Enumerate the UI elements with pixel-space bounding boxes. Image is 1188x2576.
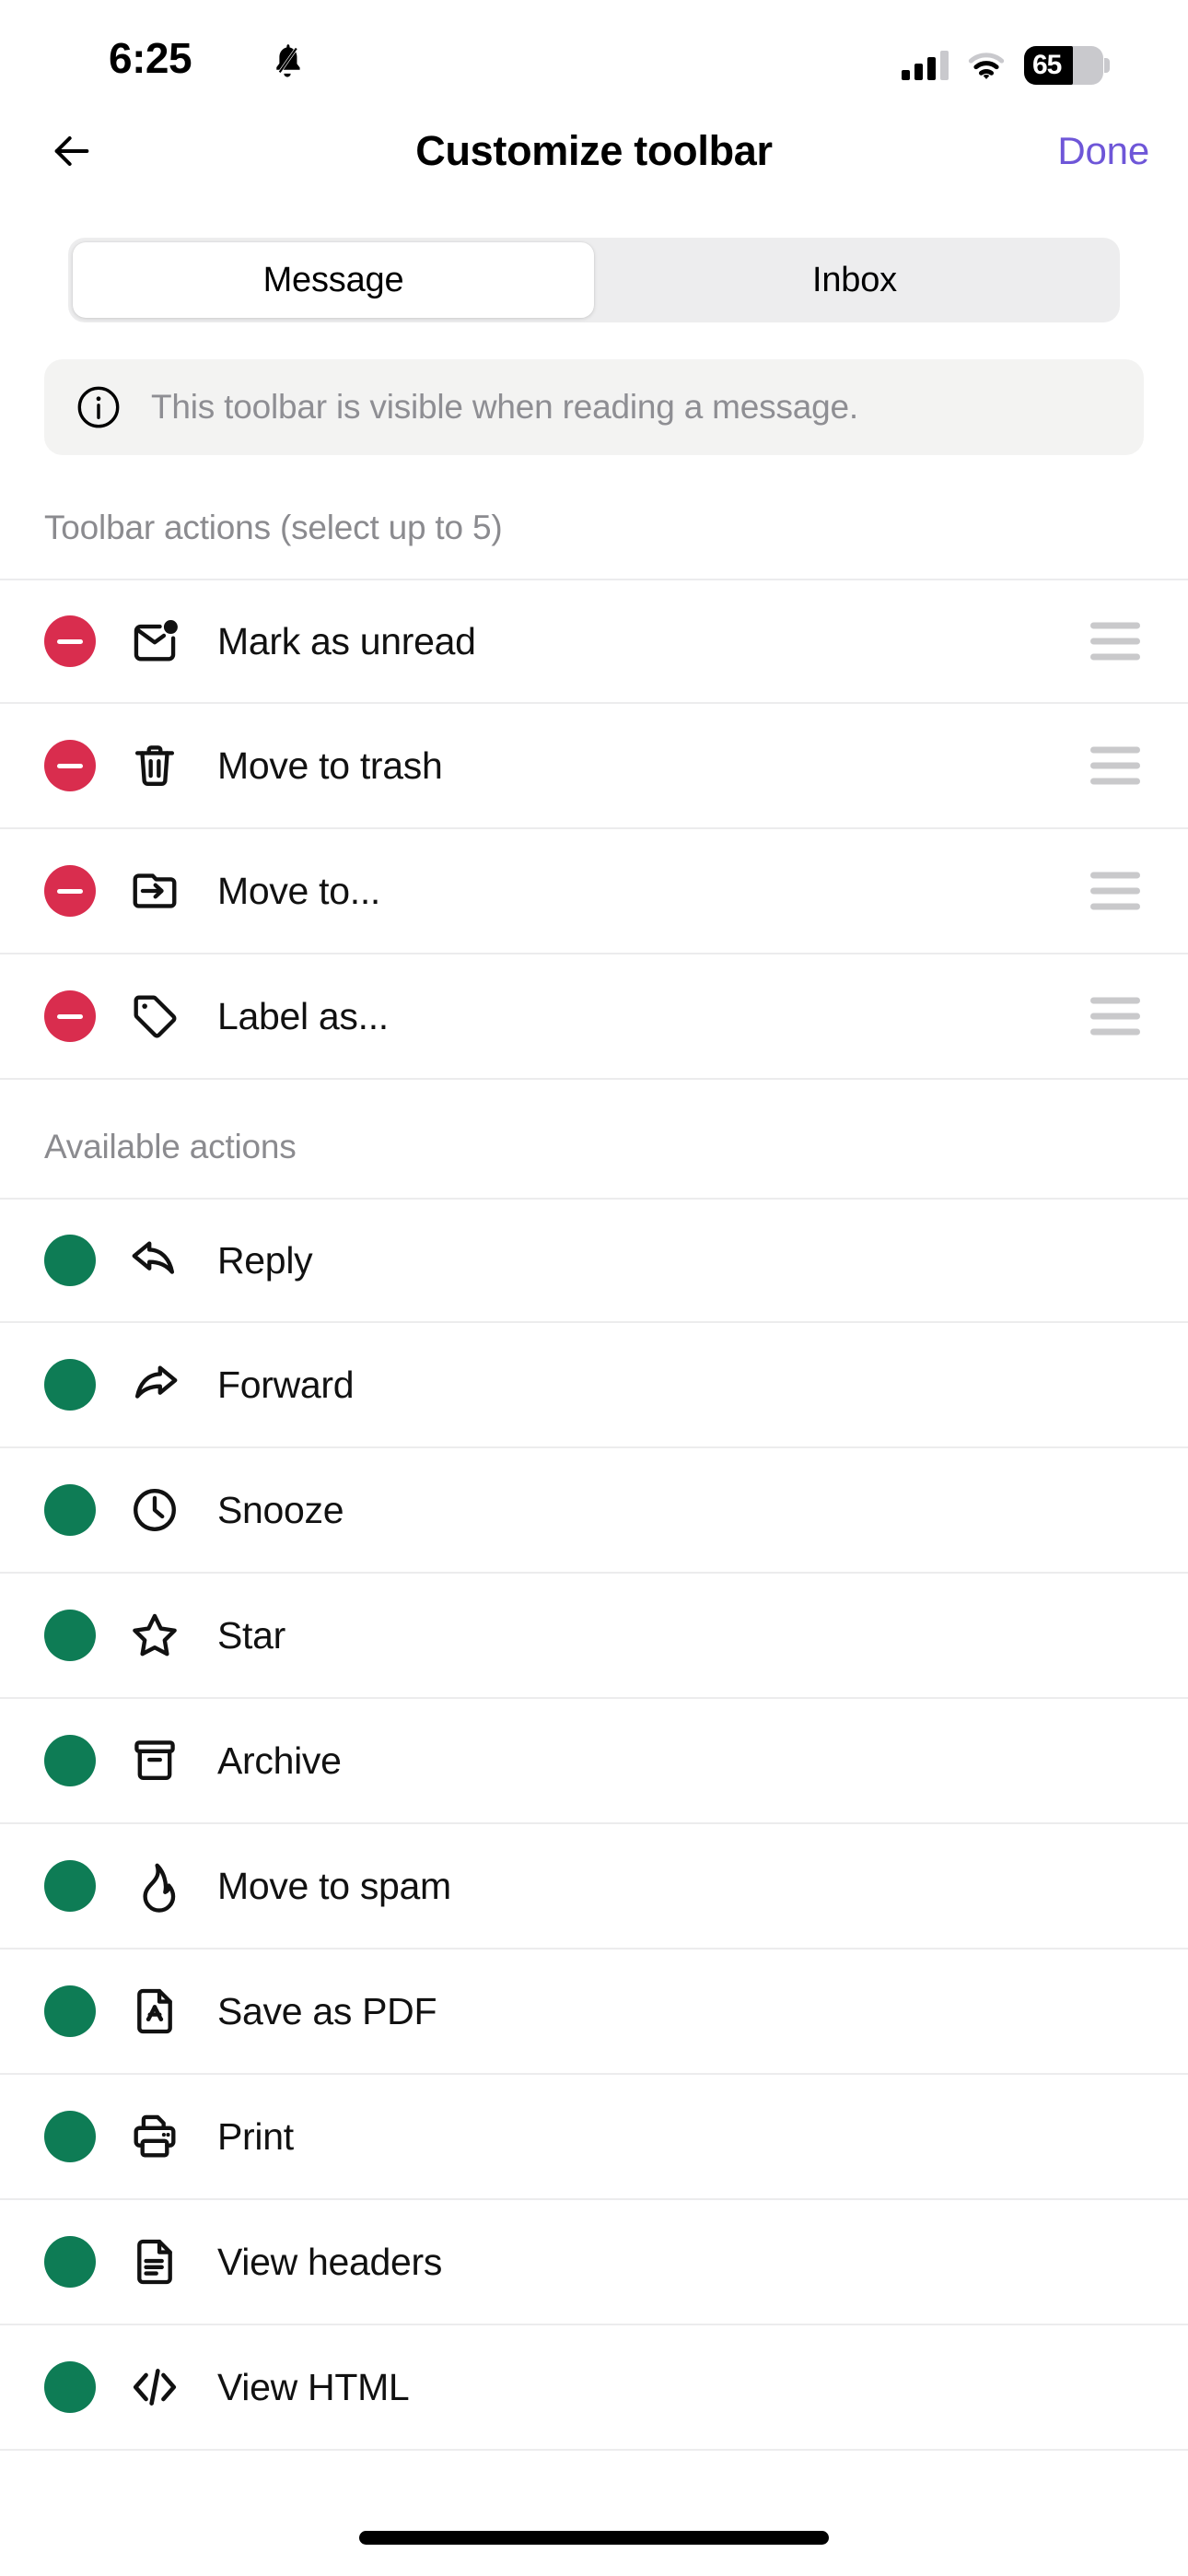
row-label: Reply [217,1238,313,1282]
forward-arrow-icon [125,1358,184,1411]
table-row[interactable]: Move to... [0,829,1188,954]
add-action-button[interactable] [44,1735,96,1786]
table-row[interactable]: Move to trash [0,704,1188,829]
add-action-button[interactable] [44,1484,96,1536]
list-item[interactable]: Reply [0,1198,1188,1323]
info-circle-icon [74,382,123,432]
row-label: Snooze [217,1488,344,1531]
row-label: Move to trash [217,744,443,787]
available-actions-list: Reply Forward Snooze Star Archive Move t… [0,1198,1188,2451]
add-action-button[interactable] [44,1359,96,1411]
row-label: View headers [217,2240,443,2283]
phone-screen: 6:25 65 Customize toolbar Done Message I… [0,0,1188,2576]
add-action-button[interactable] [44,1860,96,1912]
row-label: Forward [217,1363,355,1406]
row-label: Move to... [217,869,381,912]
drag-handle-icon[interactable] [1090,746,1140,785]
list-item[interactable]: View headers [0,2200,1188,2325]
toolbar-actions-list: Mark as unread Move to trash Move to... … [0,579,1188,1080]
list-item[interactable]: Archive [0,1699,1188,1824]
info-banner-wrapper: This toolbar is visible when reading a m… [0,322,1188,455]
list-item[interactable]: Forward [0,1323,1188,1448]
table-row[interactable]: Label as... [0,954,1188,1080]
done-button[interactable]: Done [1057,129,1149,173]
bell-slash-icon [267,41,308,81]
drag-handle-icon[interactable] [1090,997,1140,1036]
add-action-button[interactable] [44,2361,96,2413]
add-action-button[interactable] [44,1610,96,1661]
tag-icon [125,989,184,1043]
list-item[interactable]: Star [0,1574,1188,1699]
flame-icon [125,1859,184,1913]
add-action-button[interactable] [44,1985,96,2037]
row-label: View HTML [217,2365,410,2408]
table-row[interactable]: Mark as unread [0,579,1188,704]
row-label: Print [217,2114,294,2158]
remove-action-button[interactable] [44,740,96,791]
add-action-button[interactable] [44,2236,96,2288]
list-item[interactable]: Move to spam [0,1824,1188,1950]
star-icon [125,1609,184,1662]
folder-arrow-icon [125,864,184,918]
add-action-button[interactable] [44,2111,96,2162]
list-item[interactable]: View HTML [0,2325,1188,2451]
tab-inbox[interactable]: Inbox [594,242,1115,318]
status-time: 6:25 [109,34,192,82]
navigation-bar: Customize toolbar Done [0,100,1188,203]
row-label: Archive [217,1739,342,1782]
battery-icon: 65 [1024,46,1110,85]
drag-handle-icon[interactable] [1090,622,1140,661]
row-label: Label as... [217,994,389,1037]
drag-handle-icon[interactable] [1090,872,1140,910]
list-item[interactable]: Save as PDF [0,1950,1188,2075]
page-title: Customize toolbar [415,127,773,174]
cellular-signal-icon [902,51,949,80]
clock-icon [125,1483,184,1537]
segmented-control: Message Inbox [68,238,1120,322]
envelope-dot-icon [125,615,184,668]
document-lines-icon [125,2235,184,2289]
archive-box-icon [125,1734,184,1787]
row-label: Mark as unread [217,619,476,662]
toolbar-actions-header: Toolbar actions (select up to 5) [44,509,503,546]
list-item[interactable]: Print [0,2075,1188,2200]
info-banner-text: This toolbar is visible when reading a m… [151,388,858,426]
segmented-control-wrapper: Message Inbox [0,203,1188,322]
row-label: Save as PDF [217,1989,437,2032]
row-label: Star [217,1613,285,1657]
back-arrow-icon[interactable] [37,116,107,186]
printer-icon [125,2110,184,2163]
status-bar: 6:25 65 [0,0,1188,100]
remove-action-button[interactable] [44,615,96,667]
status-indicators: 65 [902,46,1110,85]
info-banner: This toolbar is visible when reading a m… [44,359,1144,455]
pdf-document-icon [125,1985,184,2038]
remove-action-button[interactable] [44,865,96,917]
trash-icon [125,739,184,792]
tab-message[interactable]: Message [73,242,594,318]
home-indicator [359,2531,829,2545]
remove-action-button[interactable] [44,990,96,1042]
list-item[interactable]: Snooze [0,1448,1188,1574]
available-actions-header: Available actions [44,1128,297,1165]
wifi-icon [965,50,1007,81]
code-brackets-icon [125,2360,184,2414]
battery-percent: 65 [1032,50,1062,80]
row-label: Move to spam [217,1864,451,1907]
add-action-button[interactable] [44,1235,96,1286]
reply-arrow-icon [125,1234,184,1287]
